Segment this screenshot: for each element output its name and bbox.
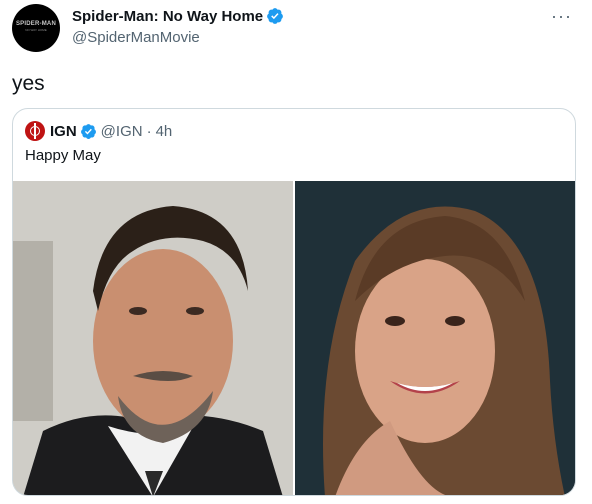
author-handle[interactable]: @SpiderManMovie (72, 29, 284, 46)
more-horizontal-icon[interactable]: ··· (551, 6, 572, 27)
woman-portrait-illustration (295, 181, 575, 495)
ign-avatar[interactable] (25, 121, 45, 141)
quoted-tweet-text: Happy May (25, 147, 101, 164)
separator-dot: · (146, 122, 152, 140)
media-image-right[interactable] (295, 181, 575, 495)
quoted-author-name[interactable]: IGN (50, 123, 77, 140)
tweet-author: Spider-Man: No Way Home @SpiderManMovie (72, 6, 284, 46)
quoted-tweet-header: IGN @IGN · 4h (25, 121, 172, 141)
quoted-author-handle[interactable]: @IGN (101, 123, 143, 140)
tweet-text: yes (12, 72, 45, 95)
quoted-tweet[interactable]: IGN @IGN · 4h Happy May (12, 108, 576, 496)
verified-icon (267, 8, 284, 24)
quoted-timestamp[interactable]: 4h (156, 123, 173, 140)
verified-icon (80, 123, 96, 139)
author-name[interactable]: Spider-Man: No Way Home (72, 8, 263, 25)
avatar-logo-text: SPIDER-MAN (15, 21, 56, 27)
author-avatar[interactable]: SPIDER-MAN NO WAY HOME (12, 4, 60, 52)
media-image-left[interactable] (13, 181, 293, 495)
man-portrait-illustration (13, 181, 293, 495)
avatar-logo-subtext: NO WAY HOME (25, 28, 47, 32)
quoted-media[interactable] (13, 181, 575, 495)
